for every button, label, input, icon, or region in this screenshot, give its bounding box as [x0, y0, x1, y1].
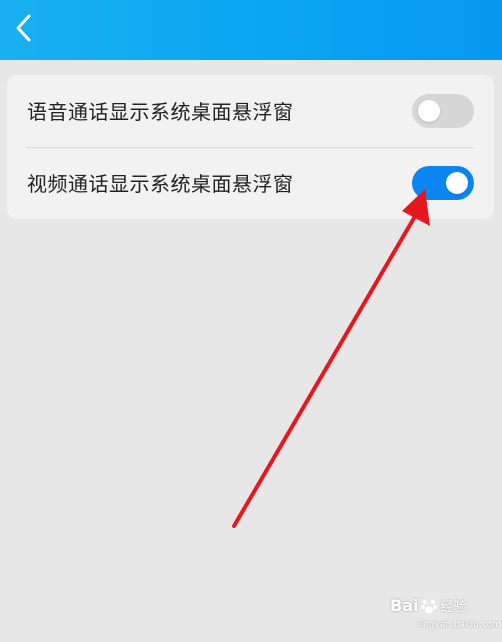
toggle-knob [446, 172, 468, 194]
settings-row-video-call: 视频通话显示系统桌面悬浮窗 [7, 147, 494, 219]
floating-window-settings-card: 语音通话显示系统桌面悬浮窗 视频通话显示系统桌面悬浮窗 [7, 75, 494, 219]
chevron-left-icon [16, 14, 31, 42]
header-bar [0, 0, 502, 60]
video-call-floating-window-label: 视频通话显示系统桌面悬浮窗 [27, 172, 294, 196]
settings-row-voice-call: 语音通话显示系统桌面悬浮窗 [7, 75, 494, 147]
toggle-knob [418, 100, 440, 122]
voice-call-floating-window-label: 语音通话显示系统桌面悬浮窗 [27, 100, 294, 124]
watermark-brand-suffix: 经验 [440, 600, 467, 615]
baidu-jingyan-watermark: Bai 经验 [390, 596, 467, 615]
watermark-url: jingyan.baidu.com [418, 620, 502, 630]
arrow-shaft [232, 216, 416, 528]
back-button[interactable] [6, 8, 42, 48]
video-call-floating-window-toggle[interactable] [412, 166, 474, 200]
paw-icon [421, 599, 438, 613]
voice-call-floating-window-toggle[interactable] [412, 94, 474, 128]
watermark-brand-text: Bai [390, 596, 419, 615]
